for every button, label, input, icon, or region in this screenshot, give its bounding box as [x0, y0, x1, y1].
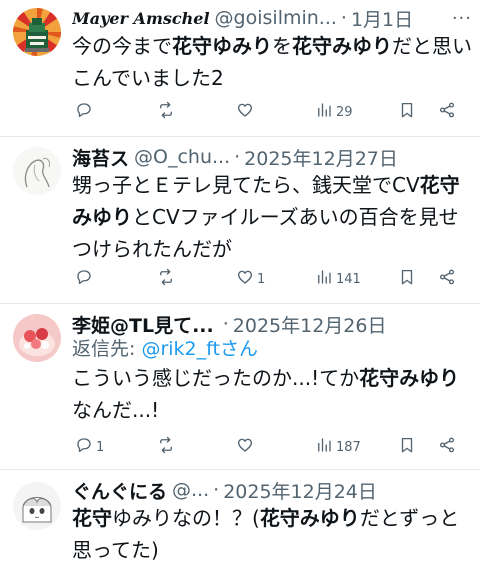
views-button[interactable]: 141 [315, 268, 361, 290]
avatar[interactable] [13, 147, 61, 195]
tweet-header: Mayer Amschel @goisilmin... · 1月1日 [72, 6, 472, 30]
views-button[interactable]: 29 [315, 101, 353, 123]
tweet[interactable]: Mayer Amschel @goisilmin... · 1月1日 ··· 今… [0, 0, 480, 137]
retweet-icon [157, 436, 175, 458]
avatar-sketch-image [13, 147, 61, 195]
retweet-button[interactable] [157, 101, 178, 123]
views-button[interactable]: 187 [315, 436, 361, 458]
user-handle[interactable]: @goisilmin... [215, 7, 337, 29]
user-handle[interactable]: @... [172, 479, 209, 501]
reply-to-label: 返信先: [72, 338, 136, 360]
retweet-icon [157, 268, 175, 290]
tweet-feed: Mayer Amschel @goisilmin... · 1月1日 ··· 今… [0, 0, 480, 583]
more-dots-icon[interactable]: ··· [452, 8, 472, 29]
timestamp[interactable]: 2025年12月26日 [233, 312, 387, 337]
text-segment: を [272, 34, 292, 58]
separator-dot: · [213, 479, 220, 501]
reply-button[interactable]: 1 [75, 436, 104, 458]
share-button[interactable] [438, 101, 456, 123]
views-icon [315, 101, 333, 123]
reply-count: 1 [96, 439, 105, 455]
display-name[interactable]: ぐんぐにる [72, 478, 167, 503]
like-count: 1 [257, 271, 266, 287]
bookmark-button[interactable] [398, 101, 416, 123]
tweet-text: 甥っ子とＥテレ見てたら、銭天堂でCV花守みゆりとCVファイルーズあいの百合を見せ… [72, 169, 472, 265]
like-button[interactable]: 1 [236, 268, 265, 290]
tweet-header: ぐんぐにる @... · 2025年12月24日 [72, 478, 472, 502]
bold-text-segment: 花守みゆり [259, 506, 360, 530]
tweet[interactable]: 李姫@TL見て... · 2025年12月26日 返信先: @rik2_ftさん… [0, 304, 480, 470]
reply-button[interactable] [75, 268, 96, 290]
bold-text-segment: 花守みゆり [292, 34, 392, 58]
reply-icon [75, 268, 93, 290]
views-count: 141 [336, 271, 361, 287]
text-segment: こういう感じだったのか...!てか [72, 366, 360, 390]
bold-text-segment: 花守みゆり [359, 366, 460, 390]
like-icon [236, 436, 254, 458]
text-segment: 甥っ子とＥテレ見てたら、銭天堂でCV [72, 173, 420, 197]
share-icon [438, 268, 456, 290]
avatar[interactable] [13, 482, 61, 530]
text-segment: なんだ...! [72, 398, 160, 422]
display-name[interactable]: 海苔ス [72, 145, 129, 170]
tweet[interactable]: ぐんぐにる @... · 2025年12月24日 花守ゆみりなの！？(花守みゆり… [0, 470, 480, 583]
display-name[interactable]: 李姫@TL見て... [72, 312, 214, 337]
share-button[interactable] [438, 436, 456, 458]
like-icon [236, 101, 254, 123]
timestamp[interactable]: 2025年12月24日 [223, 478, 377, 503]
text-segment: 今の今まで [72, 34, 172, 58]
like-button[interactable] [236, 101, 257, 123]
avatar[interactable] [13, 314, 61, 362]
bookmark-icon [398, 101, 416, 123]
reply-to-mention[interactable]: @rik2_ftさん [141, 338, 258, 360]
tweet-text: こういう感じだったのか...!てか花守みゆりなんだ...! [72, 362, 472, 426]
tweet-actions: 1 141 [72, 268, 472, 290]
share-icon [438, 101, 456, 123]
tweet-header: 海苔ス @O_chu... · 2025年12月27日 [72, 145, 472, 169]
views-count: 187 [336, 439, 361, 455]
views-icon [315, 436, 333, 458]
views-icon [315, 268, 333, 290]
display-name[interactable]: Mayer Amschel [72, 9, 210, 28]
timestamp[interactable]: 2025年12月27日 [244, 145, 398, 170]
bold-text-segment: 花守ゆみり [172, 34, 272, 58]
avatar-cake-image [13, 314, 61, 362]
separator-dot: · [234, 146, 241, 168]
separator-dot: · [222, 313, 229, 335]
reply-to-line: 返信先: @rik2_ftさん [72, 336, 472, 362]
share-button[interactable] [438, 268, 456, 290]
tweet-text: 花守ゆみりなの！？(花守みゆりだとずっと思ってた) [72, 502, 472, 566]
views-count: 29 [336, 104, 353, 120]
text-segment: ゆみりなの！？( [112, 506, 260, 530]
bookmark-button[interactable] [398, 436, 416, 458]
like-icon [236, 268, 254, 290]
share-icon [438, 436, 456, 458]
retweet-button[interactable] [157, 268, 178, 290]
timestamp[interactable]: 1月1日 [351, 6, 413, 31]
tweet-text: 今の今まで花守ゆみりを花守みゆりだと思いこんでいました2 [72, 30, 472, 94]
bookmark-icon [398, 268, 416, 290]
user-handle[interactable]: @O_chu... [134, 146, 230, 168]
reply-icon [75, 101, 93, 123]
retweet-button[interactable] [157, 436, 178, 458]
bookmark-icon [398, 436, 416, 458]
tweet-header: 李姫@TL見て... · 2025年12月26日 [72, 312, 472, 336]
avatar-anime-sketch-image [13, 482, 61, 530]
bold-text-segment: 花守 [72, 506, 112, 530]
avatar-castle-image [13, 8, 61, 56]
bookmark-button[interactable] [398, 268, 416, 290]
reply-button[interactable] [75, 101, 96, 123]
like-button[interactable] [236, 436, 257, 458]
avatar[interactable] [13, 8, 61, 56]
tweet[interactable]: 海苔ス @O_chu... · 2025年12月27日 甥っ子とＥテレ見てたら、… [0, 137, 480, 304]
tweet-actions: 29 [72, 101, 472, 123]
reply-icon [75, 436, 93, 458]
tweet-actions: 1 187 [72, 436, 472, 458]
separator-dot: · [340, 7, 347, 29]
retweet-icon [157, 101, 175, 123]
